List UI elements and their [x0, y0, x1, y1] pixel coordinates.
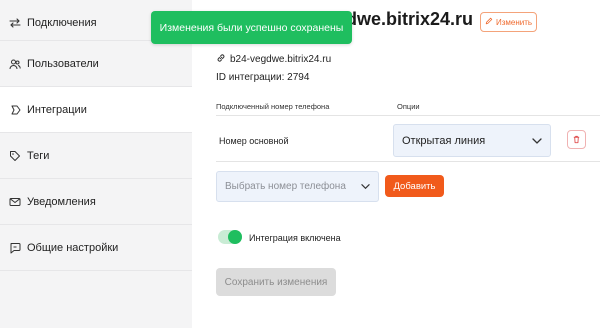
chevron-down-icon: [361, 184, 370, 190]
chevron-down-icon: [532, 138, 542, 144]
sidebar-item-tags[interactable]: Теги: [0, 133, 192, 178]
pencil-icon: [485, 17, 493, 27]
sidebar-item-integrations[interactable]: Интеграции: [0, 87, 194, 132]
toggle-knob: [228, 230, 242, 244]
integration-link[interactable]: b24-vegdwe.bitrix24.ru: [216, 53, 331, 66]
edit-button-label: Изменить: [495, 17, 533, 27]
save-changes-button[interactable]: Сохранить изменения: [216, 268, 336, 296]
trash-icon: [572, 131, 581, 149]
sidebar: Подключения Пользователи Интеграции Теги…: [0, 0, 194, 328]
option-select-value: Открытая линия: [402, 134, 486, 147]
page-title: dwe.bitrix24.ru: [346, 9, 474, 29]
integration-toggle[interactable]: [218, 230, 242, 244]
sidebar-item-label: Теги: [27, 149, 50, 162]
edit-button[interactable]: Изменить: [480, 12, 537, 32]
integrations-icon: [8, 103, 22, 117]
integration-link-text: b24-vegdwe.bitrix24.ru: [230, 54, 332, 65]
integration-id: ID интеграции: 2794: [216, 72, 310, 83]
connections-icon: [8, 16, 22, 30]
sidebar-item-label: Общие настройки: [27, 241, 119, 254]
toggle-label: Интеграция включена: [249, 233, 341, 243]
success-toast[interactable]: Изменения были успешно сохранены: [151, 11, 352, 44]
sidebar-item-label: Интеграции: [27, 103, 87, 116]
phone-select-placeholder: Выбрать номер телефона: [225, 181, 346, 192]
mail-icon: [8, 195, 22, 209]
column-header-options: Опции: [397, 102, 420, 111]
toast-message: Изменения были успешно сохранены: [159, 21, 344, 34]
phone-name: Номер основной: [219, 136, 289, 146]
phone-number-select[interactable]: Выбрать номер телефона: [216, 171, 379, 202]
tag-icon: [8, 149, 22, 163]
delete-button[interactable]: [567, 130, 586, 149]
option-select[interactable]: Открытая линия: [393, 124, 551, 157]
sidebar-item-label: Пользователи: [27, 57, 99, 70]
add-button[interactable]: Добавить: [385, 175, 444, 197]
sidebar-divider: [0, 270, 192, 271]
sidebar-item-label: Подключения: [27, 16, 97, 29]
sidebar-item-general-settings[interactable]: Общие настройки: [0, 225, 192, 270]
sidebar-item-users[interactable]: Пользователи: [0, 41, 192, 86]
users-icon: [8, 57, 22, 71]
table-header-divider: [216, 115, 600, 116]
link-icon: [216, 53, 226, 66]
column-header-phone: Подключенный номер телефона: [216, 102, 330, 111]
chat-settings-icon: [8, 241, 22, 255]
sidebar-item-notifications[interactable]: Уведомления: [0, 179, 192, 224]
table-row-divider: [216, 161, 600, 162]
sidebar-item-label: Уведомления: [27, 195, 96, 208]
